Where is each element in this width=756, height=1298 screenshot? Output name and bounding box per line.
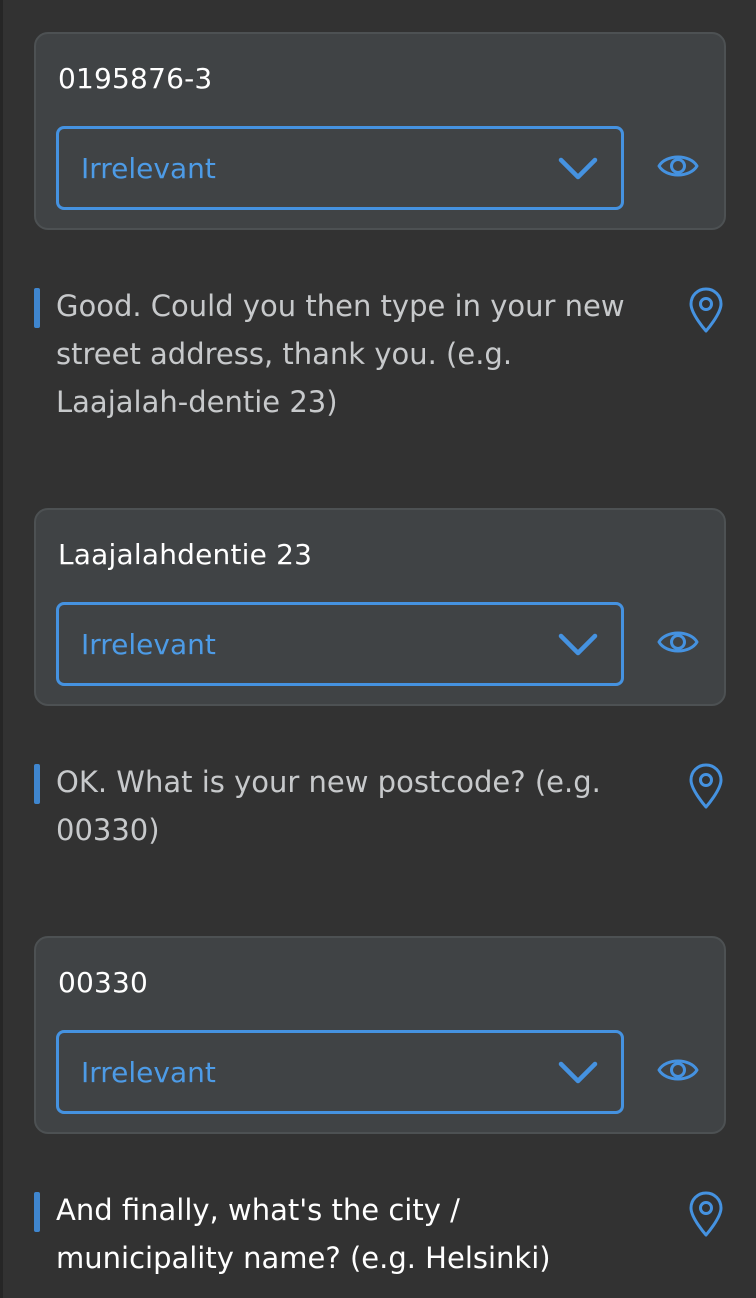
- eye-icon[interactable]: [656, 1052, 700, 1088]
- select-value: Irrelevant: [81, 1056, 216, 1089]
- bot-message: And finally, what's the city / municipal…: [34, 1186, 726, 1286]
- response-value: Laajalahdentie 23: [58, 538, 313, 571]
- classification-select[interactable]: Irrelevant: [56, 602, 624, 686]
- eye-icon[interactable]: [656, 148, 700, 184]
- message-text: Good. Could you then type in your new st…: [56, 289, 625, 419]
- eye-icon[interactable]: [656, 624, 700, 660]
- classification-select[interactable]: Irrelevant: [56, 1030, 624, 1114]
- map-pin-icon[interactable]: [686, 1190, 726, 1238]
- response-card: 00330 Irrelevant: [34, 936, 726, 1134]
- bot-message: Good. Could you then type in your new st…: [34, 282, 726, 432]
- chevron-down-icon: [558, 633, 598, 656]
- message-bar: [34, 1192, 40, 1232]
- chevron-down-icon: [558, 157, 598, 180]
- message-text: And finally, what's the city / municipal…: [56, 1193, 551, 1275]
- map-pin-icon[interactable]: [686, 762, 726, 810]
- response-value: 0195876-3: [58, 62, 213, 95]
- message-text: OK. What is your new postcode? (e.g. 003…: [56, 765, 601, 847]
- left-edge-divider: [0, 0, 3, 1298]
- classification-select[interactable]: Irrelevant: [56, 126, 624, 210]
- response-value: 00330: [58, 966, 149, 999]
- map-pin-icon[interactable]: [686, 286, 726, 334]
- bot-message: OK. What is your new postcode? (e.g. 003…: [34, 758, 726, 858]
- response-card: Laajalahdentie 23 Irrelevant: [34, 508, 726, 706]
- select-value: Irrelevant: [81, 628, 216, 661]
- message-bar: [34, 764, 40, 804]
- response-card: 0195876-3 Irrelevant: [34, 32, 726, 230]
- message-bar: [34, 288, 40, 328]
- chevron-down-icon: [558, 1061, 598, 1084]
- select-value: Irrelevant: [81, 152, 216, 185]
